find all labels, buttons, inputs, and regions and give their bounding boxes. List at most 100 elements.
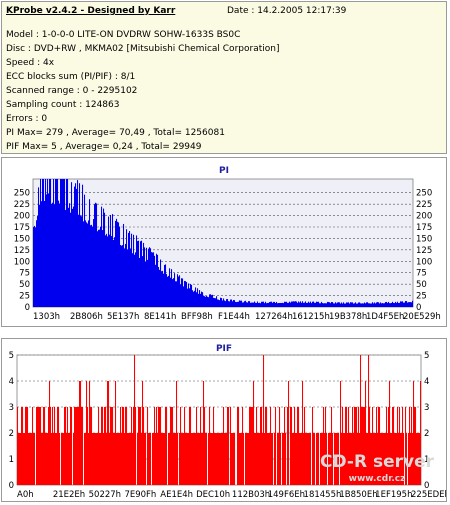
pi-bar [278,303,280,307]
pif-bar [296,433,298,485]
pi-bar [387,302,389,307]
pif-bar [342,407,344,485]
pif-bar [202,433,204,485]
scan-date: Date : 14.2.2005 12:17:39 [227,6,347,16]
pif-bar [274,433,276,485]
app-title: KProbe v2.4.2 - Designed by Karr [6,6,176,16]
x-tick-label: 1303h [33,312,60,322]
pi-bar [86,222,88,307]
pi-bar [376,302,378,307]
pi-bar [295,301,297,307]
pi-bar [252,302,254,307]
pif-bar [277,433,279,485]
pi-bar [181,278,183,307]
pi-bar [356,303,358,307]
x-tick-label: 1B850Eh [339,490,377,500]
pif-bar [102,407,104,485]
pi-bar [350,302,352,307]
pi-bar [382,303,384,307]
pif-bar [414,407,416,485]
pif-bar [50,407,52,485]
pi-bar [239,300,241,307]
model-line: Model : 1-0-0-0 LITE-ON DVDRW SOHW-1633S… [6,30,241,40]
pi-bar [253,302,255,307]
pi-bar [139,257,141,307]
pi-bar [53,179,55,307]
x-tick-label: 1D4F5Eh [366,312,404,322]
pi-bar [120,245,122,307]
pif-bar [32,407,34,485]
pif-bar [74,407,76,485]
pi-bar [323,303,325,307]
pif-bar [248,433,250,485]
pi-bar [225,301,227,307]
pi-bar [99,229,101,307]
pi-bar [208,297,210,307]
pif-bar [145,433,147,485]
pi-bar [331,302,333,307]
pi-bar [134,254,136,307]
pi-bar [282,302,284,307]
pi-bar [38,187,40,307]
pif-bar [101,407,103,485]
pif-bar [310,433,312,485]
pif-bar [162,433,164,485]
pif-bar [200,407,202,485]
pi-bar [362,303,364,307]
pi-bar [309,302,311,307]
y-tick-label: 1 [9,455,14,465]
pif-chart-title: PIF [216,344,232,354]
pi-bar [254,301,256,307]
x-tick-label: 225EDEh [411,490,446,500]
pif-bar [204,407,206,485]
pi-bar [94,204,96,307]
pif-bar [115,381,117,485]
pif-bar [65,407,67,485]
pi-bar [247,302,249,307]
pi-bar [366,302,368,307]
pi-bar [263,301,265,307]
pi-bar [46,194,48,307]
pif-bar [58,407,60,485]
pi-bar [354,303,356,307]
pi-bar [256,302,258,307]
pi-bar [371,303,373,307]
pif-bar [144,433,146,485]
pi-bar [105,235,107,307]
pi-bar [130,248,132,307]
y-tick-label: 0 [25,303,30,313]
pif-bar [70,407,72,485]
pi-bar [327,301,329,307]
pif-bar [134,355,136,485]
pif-bar [132,433,134,485]
pif-bar [143,407,145,485]
pi-bar [160,259,162,307]
pi-bar [389,303,391,307]
pi-bar [378,302,380,307]
pi-bar [64,179,66,307]
pif-bar [39,407,41,485]
pif-bar [239,433,241,485]
pi-bar [152,252,154,307]
pi-bar [90,225,92,307]
pi-bar [205,296,207,307]
pi-bar [135,252,137,307]
pif-bar [66,433,68,485]
pi-bar [405,301,407,307]
pif-bar [92,433,94,485]
pi-bar [305,301,307,307]
y-tick-label: 4 [424,377,429,387]
pif-bar [94,433,96,485]
pi-bar [193,291,195,307]
y-tick-label: 0 [9,481,14,491]
pi-bar [233,300,235,307]
pi-bar [144,247,146,307]
pif-bar [291,407,293,485]
y-tick-label: 2 [9,429,14,439]
pi-bar [229,301,231,307]
y-tick-label: 100 [416,257,432,267]
y-tick-label: 225 [14,200,30,210]
pi-bar [321,301,323,307]
pi-bar [198,293,200,307]
pif-bar [217,433,219,485]
